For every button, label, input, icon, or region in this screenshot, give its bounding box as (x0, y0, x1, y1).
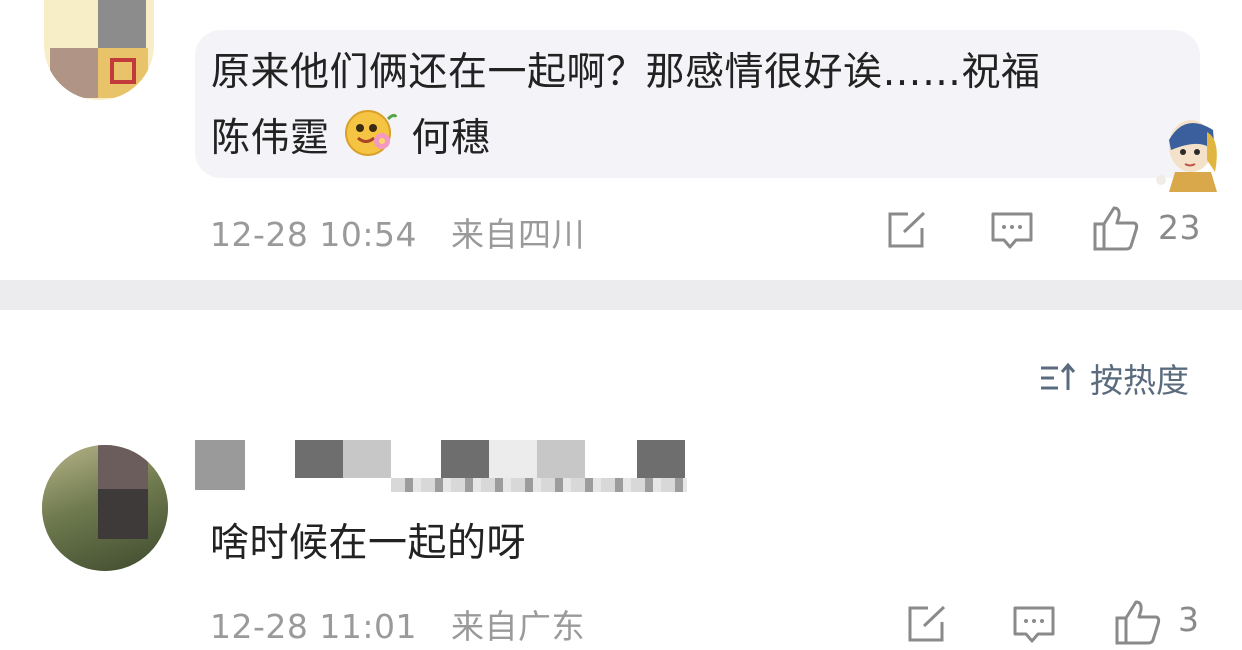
comment-text-line2: 陈伟霆 何穗 (211, 107, 490, 170)
thumbs-up-icon[interactable] (1114, 598, 1162, 650)
flower-emoji-icon (342, 107, 398, 157)
sort-label: 按热度 (1090, 361, 1189, 400)
like-count: 3 (1178, 600, 1200, 639)
comment-icon[interactable] (990, 210, 1034, 254)
timestamp: 12-28 11:01 (210, 607, 417, 646)
share-icon[interactable] (886, 210, 928, 254)
sort-toggle[interactable]: 按热度 (1038, 354, 1189, 402)
comment-meta: 12-28 10:54 来自四川 (210, 208, 585, 256)
comment-text-line1: 原来他们俩还在一起啊？那感情很好诶……祝福 (211, 50, 1041, 95)
like-count: 23 (1158, 208, 1201, 247)
avatar[interactable] (42, 445, 168, 571)
timestamp: 12-28 10:54 (210, 215, 417, 254)
comment-icon[interactable] (1012, 604, 1056, 648)
thumbs-up-icon[interactable] (1092, 204, 1140, 256)
location: 来自四川 (450, 215, 585, 254)
sort-icon (1038, 360, 1078, 396)
share-icon[interactable] (906, 604, 948, 648)
location: 来自广东 (450, 607, 585, 646)
section-divider (0, 280, 1242, 310)
girl-sticker-icon (1142, 110, 1225, 196)
comment-mention-2: 何穗 (411, 116, 491, 161)
comment-text: 啥时候在一起的呀 (210, 521, 527, 566)
comment-meta: 12-28 11:01 来自广东 (210, 600, 585, 648)
comment-mention-1: 陈伟霆 (211, 116, 330, 161)
comment-bubble: 原来他们俩还在一起啊？那感情很好诶……祝福 陈伟霆 何穗 (195, 30, 1217, 192)
avatar[interactable] (44, 0, 154, 100)
blurred-username (195, 440, 695, 492)
